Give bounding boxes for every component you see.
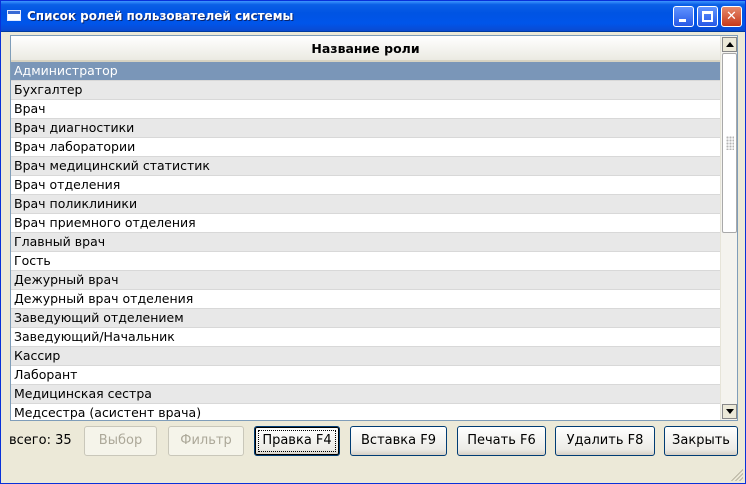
table-row[interactable]: Гость xyxy=(11,252,720,271)
grid-rows: Администратор Бухгалтер Врач Врач диагности… xyxy=(11,62,720,420)
table-row[interactable]: Врач диагностики xyxy=(11,119,720,138)
table-row[interactable]: Медицинская сестра xyxy=(11,385,720,404)
insert-button[interactable]: Вставка F9 xyxy=(350,426,447,456)
filter-button[interactable]: Фильтр xyxy=(168,426,244,456)
select-button[interactable]: Выбор xyxy=(84,426,157,456)
table-row[interactable]: Дежурный врач xyxy=(11,271,720,290)
arrow-down-icon xyxy=(726,409,734,414)
table-row[interactable]: Главный врач xyxy=(11,233,720,252)
table-row[interactable]: Врач поликлиники xyxy=(11,195,720,214)
footer-toolbar: всего: 35 Выбор Фильтр Правка F4 Вставка… xyxy=(1,425,745,459)
table-row[interactable]: Заведующий/Начальник xyxy=(11,328,720,347)
table-row[interactable]: Администратор xyxy=(11,62,720,81)
arrow-up-icon xyxy=(726,42,734,47)
status-strip xyxy=(1,461,745,483)
maximize-button[interactable] xyxy=(697,6,718,27)
table-row[interactable]: Кассир xyxy=(11,347,720,366)
minimize-button[interactable] xyxy=(673,6,694,27)
close-button[interactable]: Закрыть xyxy=(664,426,738,456)
table-row[interactable]: Врач приемного отделения xyxy=(11,214,720,233)
table-row[interactable]: Медсестра (асистент врача) xyxy=(11,404,720,420)
table-row[interactable]: Заведующий отделением xyxy=(11,309,720,328)
resize-grip-icon[interactable] xyxy=(731,469,743,481)
delete-button[interactable]: Удалить F8 xyxy=(555,426,655,456)
table-row[interactable]: Лаборант xyxy=(11,366,720,385)
maximize-icon xyxy=(702,11,713,22)
edit-button[interactable]: Правка F4 xyxy=(254,426,340,456)
close-icon: ✕ xyxy=(726,9,737,24)
close-window-button[interactable]: ✕ xyxy=(721,6,742,27)
window-title: Список ролей пользователей системы xyxy=(27,9,294,23)
print-button[interactable]: Печать F6 xyxy=(457,426,546,456)
title-bar[interactable]: Список ролей пользователей системы ✕ xyxy=(1,1,745,32)
total-count-label: всего: 35 xyxy=(9,433,72,448)
table-row[interactable]: Врач медицинский статистик xyxy=(11,157,720,176)
scroll-down-button[interactable] xyxy=(722,404,737,419)
minimize-icon xyxy=(679,19,686,22)
grip-icon xyxy=(726,136,734,150)
table-row[interactable]: Бухгалтер xyxy=(11,81,720,100)
table-row[interactable]: Дежурный врач отделения xyxy=(11,290,720,309)
table-row[interactable]: Врач лаборатории xyxy=(11,138,720,157)
scroll-up-button[interactable] xyxy=(722,37,737,52)
roles-grid[interactable]: Название роли Администратор Бухгалтер Врач… xyxy=(10,35,738,421)
table-row[interactable]: Врач xyxy=(11,100,720,119)
table-row[interactable]: Врач отделения xyxy=(11,176,720,195)
column-header-role-name[interactable]: Название роли xyxy=(11,36,720,62)
scrollbar-thumb[interactable] xyxy=(722,53,737,233)
vertical-scrollbar[interactable] xyxy=(720,36,737,420)
roles-window: Список ролей пользователей системы ✕ Наз… xyxy=(0,0,746,484)
window-icon xyxy=(7,10,21,21)
